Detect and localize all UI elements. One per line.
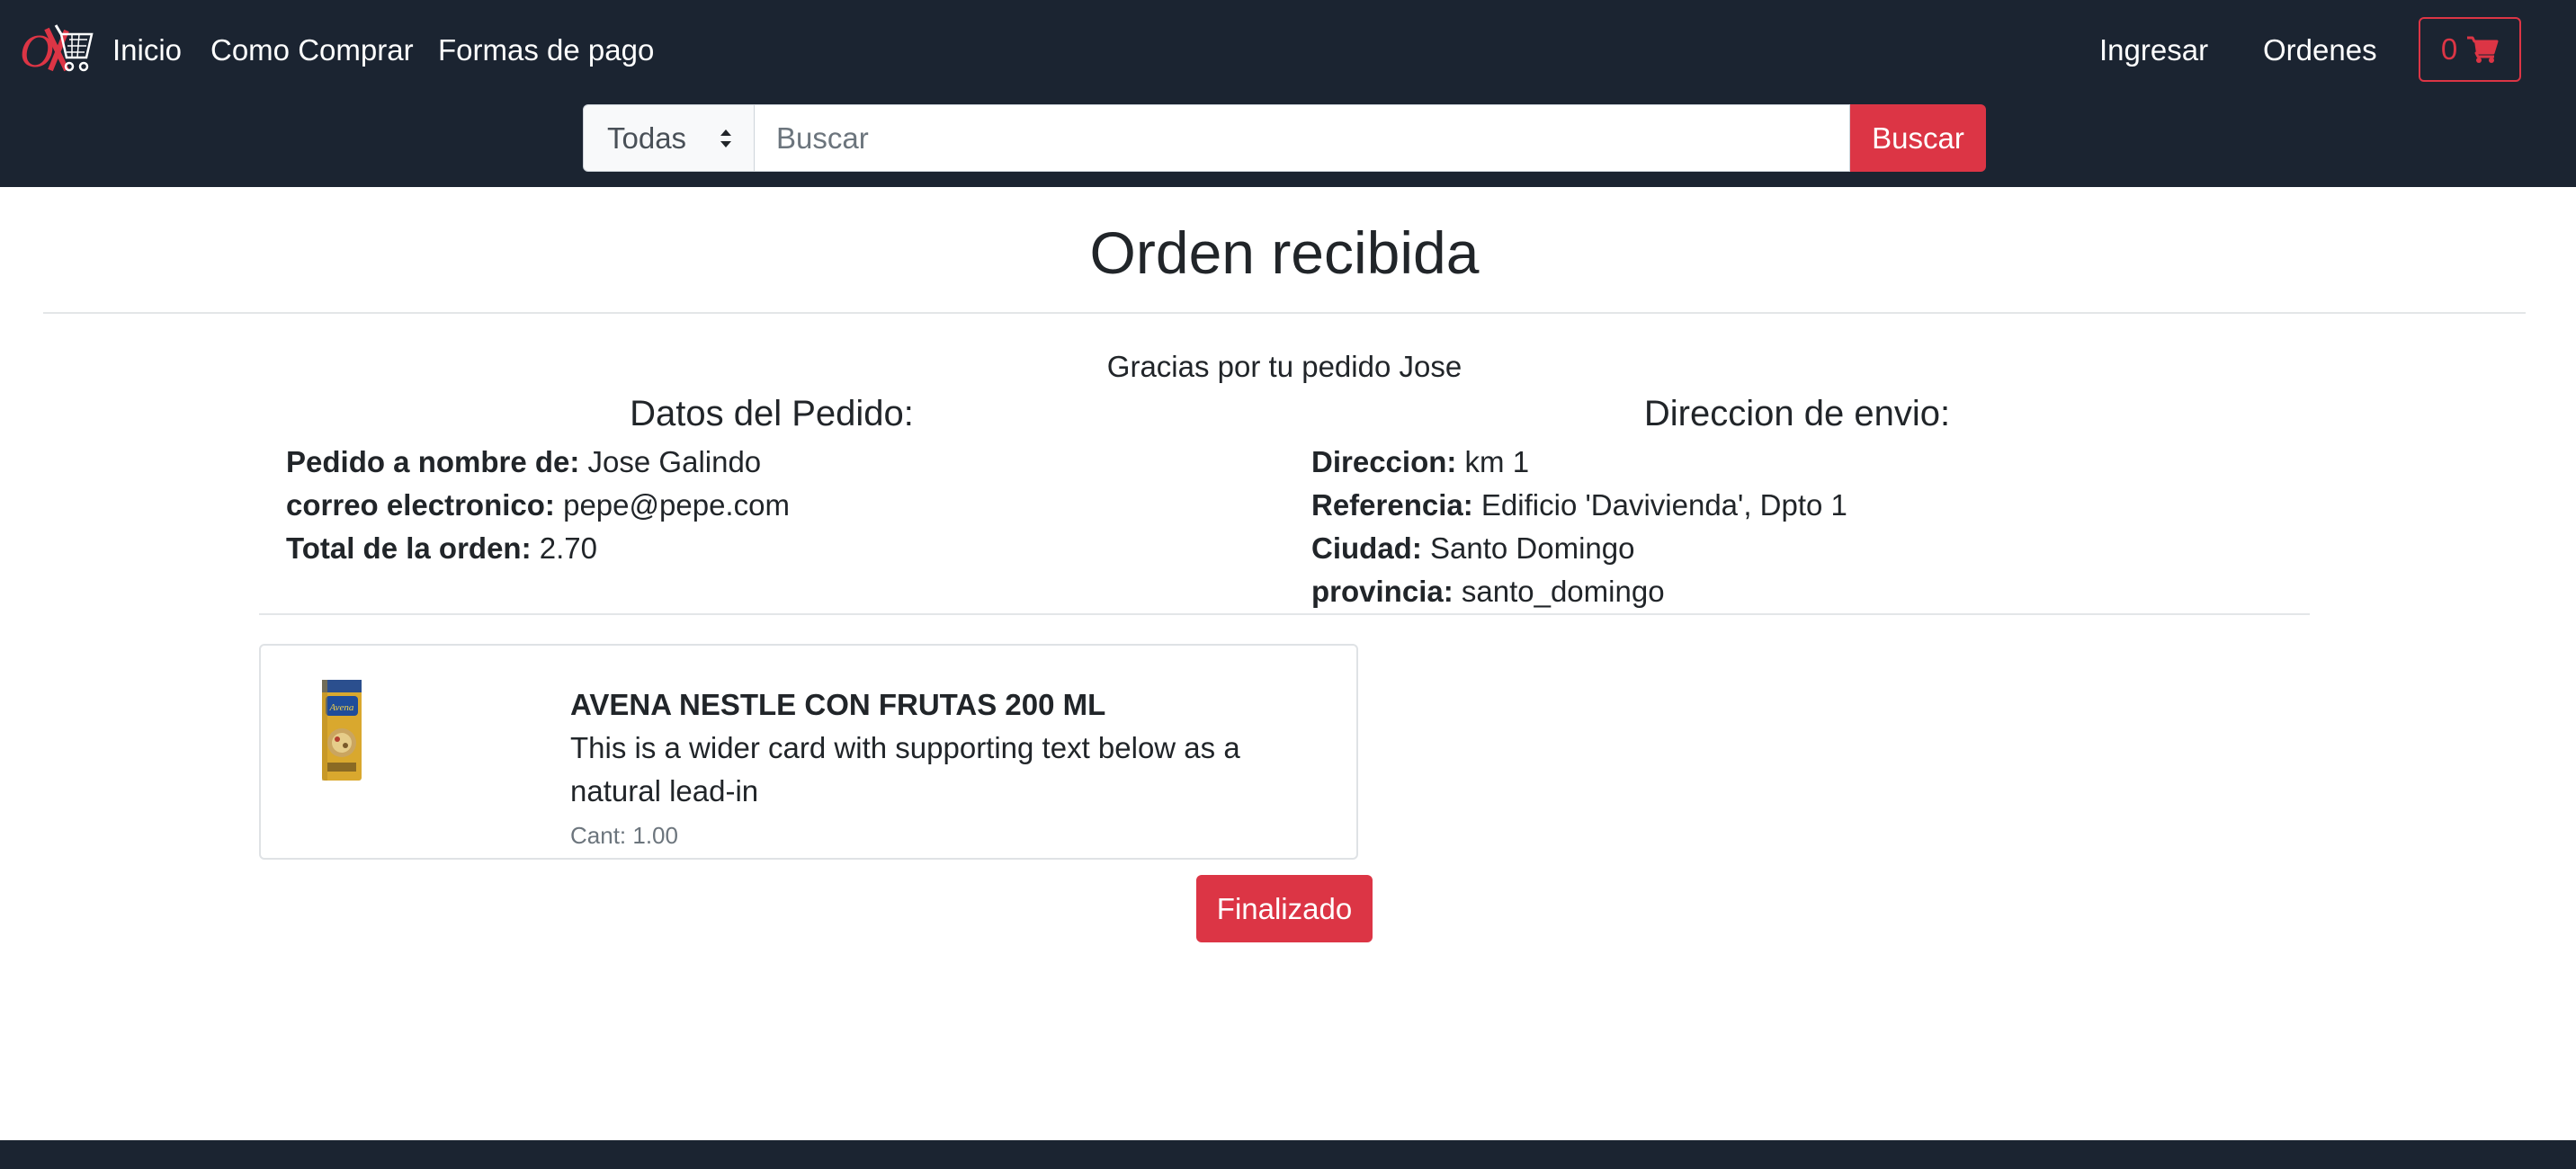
order-customer-name: Pedido a nombre de: Jose Galindo bbox=[286, 442, 761, 482]
orders-link[interactable]: Ordenes bbox=[2263, 31, 2377, 70]
shipping-address-value: km 1 bbox=[1464, 445, 1530, 478]
shipping-city: Ciudad: Santo Domingo bbox=[1311, 529, 1634, 568]
title-divider bbox=[43, 312, 2526, 314]
shipping-address-label: Direccion: bbox=[1311, 445, 1457, 478]
page-footer bbox=[0, 1140, 2576, 1169]
order-email-label: correo electronico: bbox=[286, 488, 555, 522]
shipping-province: provincia: santo_domingo bbox=[1311, 572, 1665, 611]
shipping-address: Direccion: km 1 bbox=[1311, 442, 1529, 482]
shipping-reference: Referencia: Edificio 'Davivienda', Dpto … bbox=[1311, 486, 1847, 525]
order-email-value: pepe@pepe.com bbox=[563, 488, 790, 522]
shipping-province-value: santo_domingo bbox=[1461, 575, 1665, 608]
cart-count: 0 bbox=[2440, 32, 2458, 66]
order-total: Total de la orden: 2.70 bbox=[286, 529, 597, 568]
thanks-message: Gracias por tu pedido Jose bbox=[1106, 350, 1462, 383]
search-button[interactable]: Buscar bbox=[1850, 104, 1986, 172]
category-select[interactable]: Todas bbox=[583, 104, 755, 172]
shipping-reference-value: Edificio 'Davivienda', Dpto 1 bbox=[1480, 488, 1847, 522]
shipping-reference-label: Referencia: bbox=[1311, 488, 1473, 522]
details-divider bbox=[259, 613, 2310, 615]
product-description: This is a wider card with supporting tex… bbox=[570, 731, 1240, 808]
order-customer-name-label: Pedido a nombre de: bbox=[286, 445, 580, 478]
brand-logo-cart-icon[interactable]: O bbox=[20, 18, 95, 81]
page-title: Orden recibida bbox=[1089, 219, 1480, 286]
order-status-button[interactable]: Finalizado bbox=[1196, 875, 1373, 942]
search-bar: Todas Buscar bbox=[583, 104, 1986, 172]
cart-button[interactable]: 0 bbox=[2419, 17, 2521, 82]
shipping-city-value: Santo Domingo bbox=[1430, 531, 1635, 565]
shipping-city-label: Ciudad: bbox=[1311, 531, 1422, 565]
top-navbar: O Inicio Como Comprar Formas de pago Ing… bbox=[0, 0, 2576, 187]
order-email: correo electronico: pepe@pepe.com bbox=[286, 486, 790, 525]
select-arrows-icon bbox=[720, 129, 731, 147]
search-input[interactable] bbox=[755, 104, 1850, 172]
order-customer-name-value: Jose Galindo bbox=[587, 445, 762, 478]
login-link[interactable]: Ingresar bbox=[2099, 31, 2208, 70]
category-select-value: Todas bbox=[607, 120, 687, 155]
shipping-heading: Direccion de envio: bbox=[1643, 394, 1951, 433]
product-image: Avena bbox=[322, 680, 362, 781]
shopping-cart-icon bbox=[2467, 36, 2499, 63]
nav-como-comprar-link[interactable]: Como Comprar bbox=[210, 31, 414, 70]
shipping-province-label: provincia: bbox=[1311, 575, 1453, 608]
order-total-label: Total de la orden: bbox=[286, 531, 532, 565]
order-details-heading: Datos del Pedido: bbox=[630, 394, 914, 433]
product-name: AVENA NESTLE CON FRUTAS 200 ML bbox=[570, 688, 1106, 721]
nav-formas-de-pago-link[interactable]: Formas de pago bbox=[438, 31, 654, 70]
nav-inicio-link[interactable]: Inicio bbox=[112, 31, 182, 70]
product-quantity: Cant: 1.00 bbox=[570, 822, 678, 849]
order-total-value: 2.70 bbox=[539, 531, 597, 565]
svg-text:Avena: Avena bbox=[329, 702, 354, 713]
order-item-card: Avena AVENA NESTLE CON FRUTAS 200 ML Thi… bbox=[259, 644, 1358, 860]
